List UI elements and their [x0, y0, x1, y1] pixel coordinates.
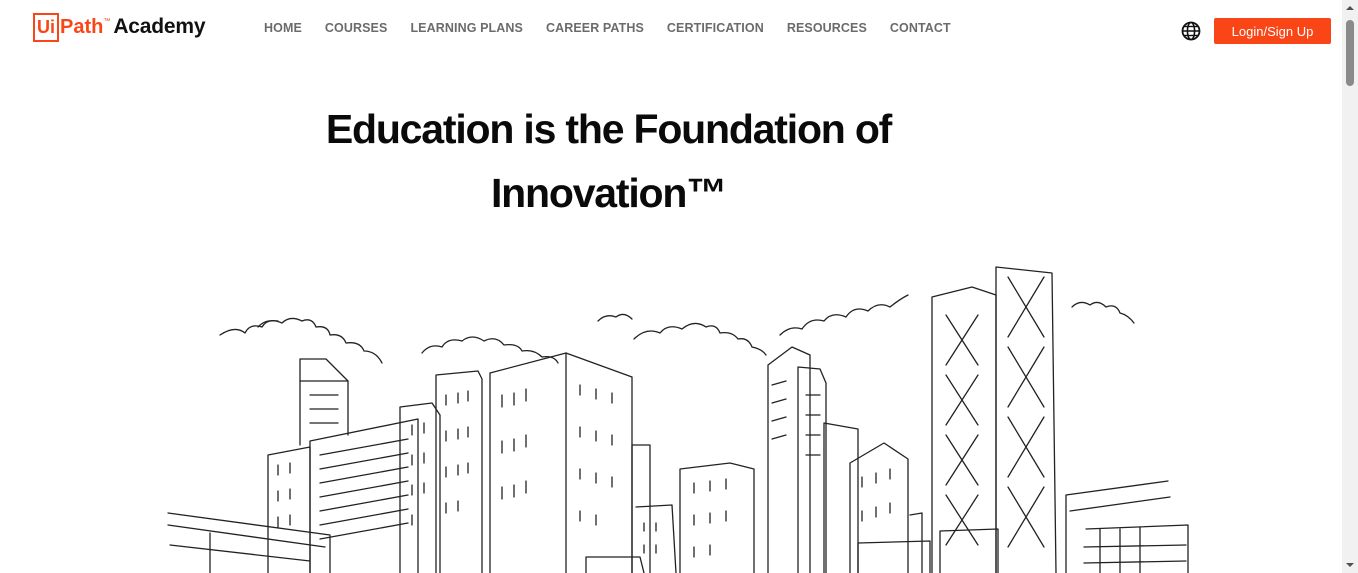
- scroll-up-arrow-icon[interactable]: [1342, 0, 1358, 16]
- page: Ui Path ™ Academy HOME COURSES LEARNING …: [0, 0, 1358, 573]
- nav-certification[interactable]: CERTIFICATION: [667, 21, 764, 35]
- logo-path-text: Path: [60, 15, 104, 38]
- logo-ui-box: Ui: [33, 12, 59, 42]
- site-header: Ui Path ™ Academy HOME COURSES LEARNING …: [0, 0, 1342, 62]
- page-scrollbar[interactable]: [1342, 0, 1358, 573]
- uipath-academy-logo[interactable]: Ui Path ™ Academy: [33, 12, 206, 42]
- nav-resources[interactable]: RESOURCES: [787, 21, 867, 35]
- hero-title: Education is the Foundation of Innovatio…: [300, 97, 917, 225]
- nav-home[interactable]: HOME: [264, 21, 302, 35]
- nav-learning-plans[interactable]: LEARNING PLANS: [410, 21, 523, 35]
- nav-contact[interactable]: CONTACT: [890, 21, 951, 35]
- scrollbar-thumb[interactable]: [1346, 20, 1354, 86]
- hero-title-line-1: Education is the Foundation of: [325, 106, 892, 152]
- logo-academy-text: Academy: [113, 15, 206, 38]
- main-nav: HOME COURSES LEARNING PLANS CAREER PATHS…: [264, 21, 974, 35]
- hero-title-line-2: Innovation™: [490, 170, 727, 216]
- globe-icon[interactable]: [1181, 21, 1201, 41]
- nav-career-paths[interactable]: CAREER PATHS: [546, 21, 644, 35]
- nav-courses[interactable]: COURSES: [325, 21, 388, 35]
- login-signup-button[interactable]: Login/Sign Up: [1214, 18, 1331, 44]
- city-skyline-illustration: [167, 266, 1189, 573]
- scroll-down-arrow-icon[interactable]: [1342, 557, 1358, 573]
- logo-trademark: ™: [103, 17, 111, 25]
